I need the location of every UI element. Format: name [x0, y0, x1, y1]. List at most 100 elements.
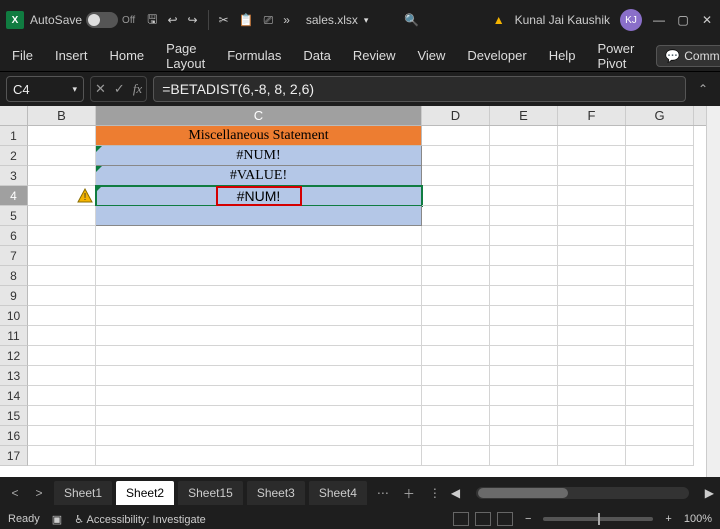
- tab-home[interactable]: Home: [109, 48, 144, 63]
- autosave-toggle[interactable]: AutoSave Off: [30, 12, 135, 28]
- row-header-17[interactable]: 17: [0, 446, 28, 466]
- tab-insert[interactable]: Insert: [55, 48, 88, 63]
- zoom-out-icon[interactable]: −: [525, 513, 531, 525]
- clear-icon[interactable]: ⎚: [264, 13, 274, 28]
- cell-f1[interactable]: [558, 126, 626, 146]
- tab-file[interactable]: File: [12, 48, 33, 63]
- sheet-tab-sheet2[interactable]: Sheet2: [116, 481, 174, 505]
- expand-formula-icon[interactable]: ⌃: [692, 82, 714, 96]
- cell-c2[interactable]: #NUM!: [96, 146, 422, 166]
- row-header-9[interactable]: 9: [0, 286, 28, 306]
- tab-data[interactable]: Data: [303, 48, 330, 63]
- row-header-13[interactable]: 13: [0, 366, 28, 386]
- vertical-scrollbar[interactable]: [706, 106, 720, 477]
- cell-f3[interactable]: [558, 166, 626, 186]
- row-header-5[interactable]: 5: [0, 206, 28, 226]
- tab-developer[interactable]: Developer: [467, 48, 526, 63]
- cell-e2[interactable]: [490, 146, 558, 166]
- accessibility-status[interactable]: ♿︎ Accessibility: Investigate: [74, 513, 206, 526]
- cell-g4[interactable]: [626, 186, 694, 206]
- row-header-1[interactable]: 1: [0, 126, 28, 146]
- cell-e3[interactable]: [490, 166, 558, 186]
- search-icon[interactable]: 🔍: [404, 13, 419, 27]
- cell-g1[interactable]: [626, 126, 694, 146]
- row-header-11[interactable]: 11: [0, 326, 28, 346]
- more-icon[interactable]: »: [283, 13, 290, 27]
- col-header-f[interactable]: F: [558, 106, 626, 125]
- cell-b5[interactable]: [28, 206, 96, 226]
- toggle-switch[interactable]: [86, 12, 118, 28]
- tab-review[interactable]: Review: [353, 48, 396, 63]
- cell-c3[interactable]: #VALUE!: [96, 166, 422, 186]
- save-icon[interactable]: 🖫: [147, 10, 157, 31]
- macro-record-icon[interactable]: ▣: [52, 513, 62, 526]
- cell-c1[interactable]: Miscellaneous Statement: [96, 126, 422, 146]
- cell-e4[interactable]: [490, 186, 558, 206]
- row-header-16[interactable]: 16: [0, 426, 28, 446]
- cell-d4[interactable]: [422, 186, 490, 206]
- paste-icon[interactable]: 📋: [239, 13, 254, 27]
- add-sheet-icon[interactable]: ＋: [399, 485, 419, 502]
- cell-f5[interactable]: [558, 206, 626, 226]
- sheet-options-icon[interactable]: ⋮: [425, 486, 445, 500]
- hscroll-right-icon[interactable]: ▶: [705, 486, 714, 500]
- sheet-more-icon[interactable]: ⋯: [373, 486, 393, 500]
- zoom-in-icon[interactable]: +: [665, 513, 671, 525]
- cell-d1[interactable]: [422, 126, 490, 146]
- cell-e5[interactable]: [490, 206, 558, 226]
- tab-help[interactable]: Help: [549, 48, 576, 63]
- cell-c4[interactable]: #NUM!: [96, 186, 422, 206]
- sheet-tab-sheet3[interactable]: Sheet3: [247, 481, 305, 505]
- cell-g3[interactable]: [626, 166, 694, 186]
- sheet-nav-next-icon[interactable]: >: [30, 486, 48, 500]
- close-button[interactable]: ✕: [700, 13, 714, 27]
- maximize-button[interactable]: ▢: [676, 13, 690, 27]
- row-header-2[interactable]: 2: [0, 146, 28, 166]
- page-layout-view-icon[interactable]: [475, 512, 491, 526]
- cell-f4[interactable]: [558, 186, 626, 206]
- row-header-10[interactable]: 10: [0, 306, 28, 326]
- cell-e1[interactable]: [490, 126, 558, 146]
- sheet-tab-sheet15[interactable]: Sheet15: [178, 481, 243, 505]
- horizontal-scrollbar[interactable]: [476, 487, 689, 499]
- undo-icon[interactable]: ↩: [167, 13, 177, 27]
- filename-dropdown-icon[interactable]: ▾: [364, 15, 369, 26]
- cell-g2[interactable]: [626, 146, 694, 166]
- sheet-tab-sheet4[interactable]: Sheet4: [309, 481, 367, 505]
- warning-icon[interactable]: ▲: [493, 13, 505, 27]
- cut-icon[interactable]: ✂: [219, 13, 229, 27]
- col-header-g[interactable]: G: [626, 106, 694, 125]
- row-header-8[interactable]: 8: [0, 266, 28, 286]
- user-name[interactable]: Kunal Jai Kaushik: [515, 13, 610, 27]
- select-all-corner[interactable]: [0, 106, 28, 125]
- fx-icon[interactable]: fx: [133, 81, 142, 97]
- name-box[interactable]: C4 ▾: [6, 76, 84, 102]
- spreadsheet-grid[interactable]: B C D E F G 1 Miscellaneous Statement 2 …: [0, 106, 720, 477]
- minimize-button[interactable]: —: [652, 13, 666, 27]
- cell-d2[interactable]: [422, 146, 490, 166]
- col-header-c[interactable]: C: [96, 106, 422, 125]
- col-header-e[interactable]: E: [490, 106, 558, 125]
- cell-b4[interactable]: !: [28, 186, 96, 206]
- row-header-7[interactable]: 7: [0, 246, 28, 266]
- tab-page-layout[interactable]: Page Layout: [166, 41, 205, 71]
- namebox-dropdown-icon[interactable]: ▾: [72, 84, 77, 95]
- enter-formula-icon[interactable]: ✓: [114, 81, 125, 97]
- row-header-12[interactable]: 12: [0, 346, 28, 366]
- cancel-formula-icon[interactable]: ✕: [95, 81, 106, 97]
- tab-formulas[interactable]: Formulas: [227, 48, 281, 63]
- tab-view[interactable]: View: [417, 48, 445, 63]
- page-break-view-icon[interactable]: [497, 512, 513, 526]
- row-header-6[interactable]: 6: [0, 226, 28, 246]
- cell-b1[interactable]: [28, 126, 96, 146]
- redo-icon[interactable]: ↪: [188, 13, 198, 27]
- sheet-nav-prev-icon[interactable]: <: [6, 486, 24, 500]
- cell-d5[interactable]: [422, 206, 490, 226]
- zoom-level[interactable]: 100%: [684, 513, 712, 525]
- formula-input[interactable]: =BETADIST(6,-8, 8, 2,6): [153, 76, 686, 102]
- row-header-4[interactable]: 4: [0, 186, 28, 206]
- filename[interactable]: sales.xlsx: [306, 13, 358, 27]
- row-header-3[interactable]: 3: [0, 166, 28, 186]
- sheet-tab-sheet1[interactable]: Sheet1: [54, 481, 112, 505]
- zoom-slider[interactable]: [543, 517, 653, 521]
